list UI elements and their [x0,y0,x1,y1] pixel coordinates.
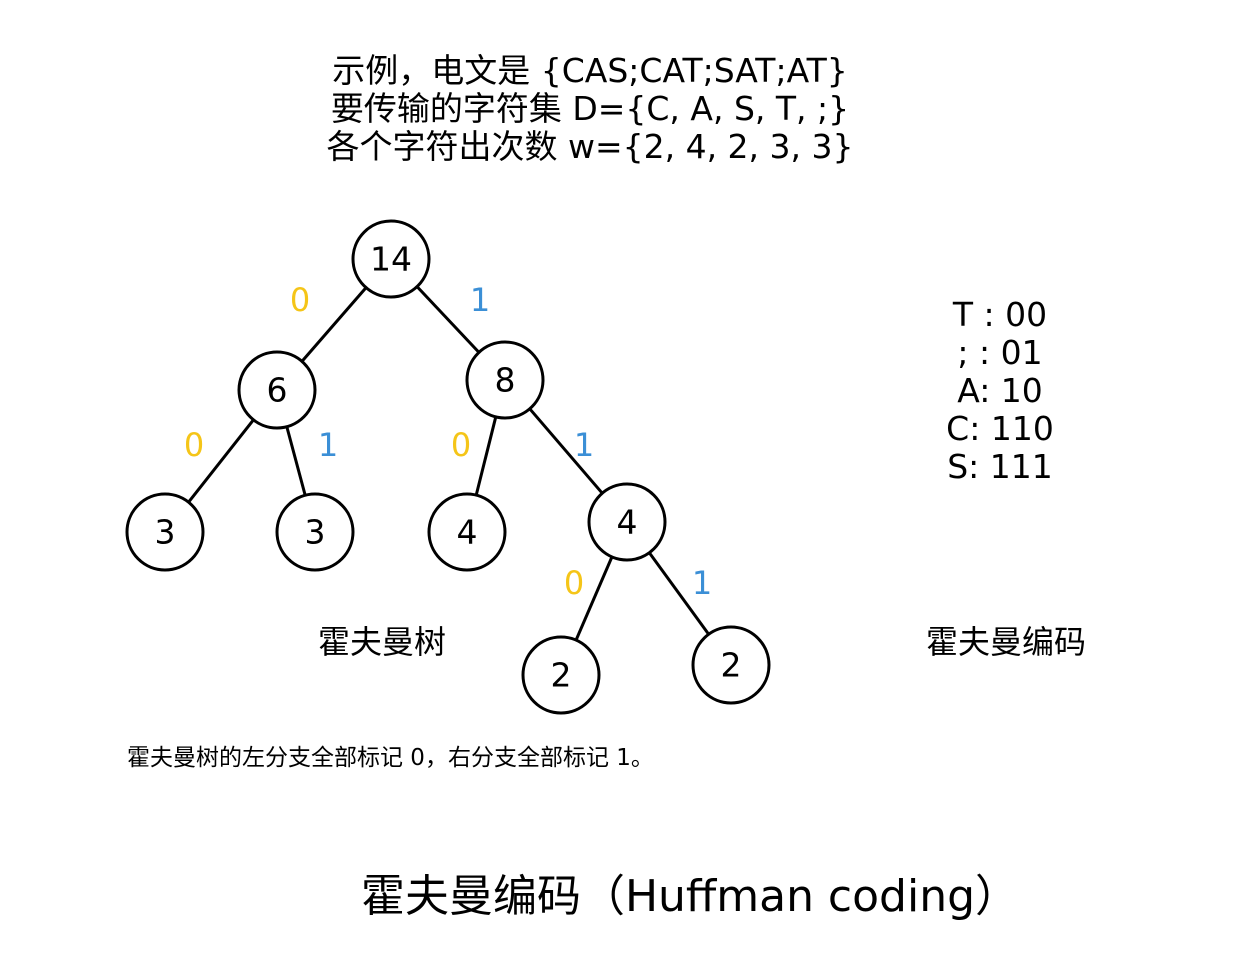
tree-node-label: 3 [305,513,326,552]
code-row: T : 00 [952,295,1048,334]
tree-node-label: 6 [267,371,288,410]
tree-node-label: 3 [155,513,176,552]
tree-node-label: 4 [617,503,638,542]
edge-bit-label: 1 [318,426,338,464]
tree-node-label: 14 [370,240,412,279]
tree-edge-n8-n4a [474,416,498,496]
tree-node-label: 8 [495,361,516,400]
tree-node-label: 4 [457,513,478,552]
edge-bit-label: 0 [451,426,471,464]
code-caption: 霍夫曼编码 [926,623,1087,661]
page-title: 霍夫曼编码（Huffman coding） [360,871,1020,922]
edge-bit-label: 1 [574,426,594,464]
code-row: A: 10 [957,371,1043,410]
code-row: S: 111 [947,447,1053,486]
edge-bit-label: 0 [290,281,310,319]
tree-edge-root-n6 [300,286,368,363]
branch-note: 霍夫曼树的左分支全部标记 0，右分支全部标记 1。 [127,745,654,771]
code-row: C: 110 [946,409,1054,448]
tree-caption: 霍夫曼树 [318,623,447,661]
edge-bit-label: 0 [184,426,204,464]
tree-node-label: 2 [721,646,742,685]
code-row: ; : 01 [957,333,1043,372]
edge-bit-label: 1 [470,281,490,319]
tree-node-label: 2 [551,656,572,695]
edge-bit-label: 0 [564,564,584,602]
code-table: T : 00 ; : 01 A: 10 C: 110 S: 111 [925,296,1075,486]
huffman-tree: 0 1 0 1 0 1 0 1 14 6 8 3 3 4 4 2 2 [125,219,771,715]
tree-edge-n6-n3b [285,426,307,496]
edge-bit-label: 1 [692,564,712,602]
